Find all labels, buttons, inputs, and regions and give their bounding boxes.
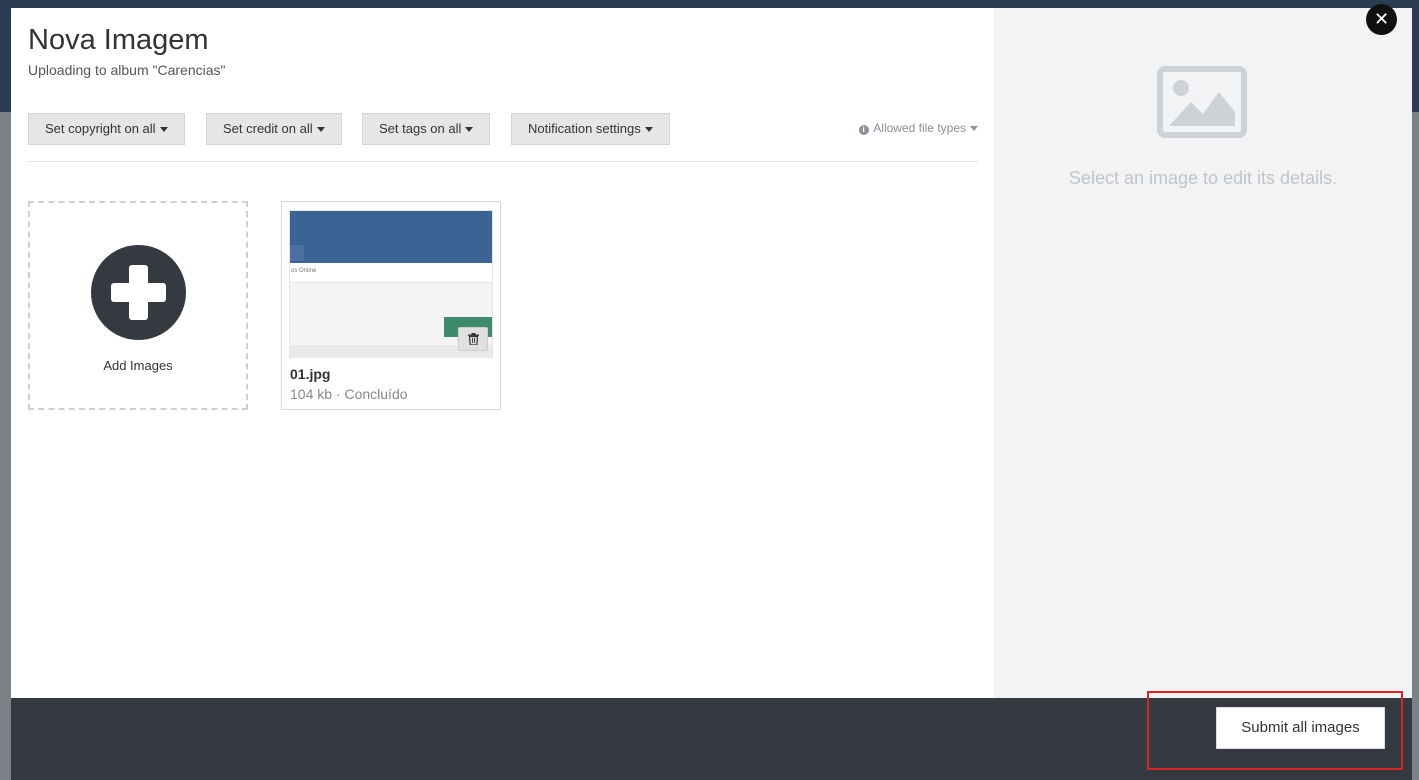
upload-main-pane: Nova Imagem Uploading to album "Carencia… xyxy=(11,8,994,698)
set-credit-label: Set credit on all xyxy=(223,121,313,136)
set-tags-button[interactable]: Set tags on all xyxy=(362,113,491,145)
trash-icon xyxy=(467,333,479,346)
image-placeholder-icon xyxy=(1157,66,1247,138)
submit-all-images-button[interactable]: Submit all images xyxy=(1216,707,1385,749)
allowed-file-types-toggle[interactable]: i Allowed file types xyxy=(858,121,978,135)
notification-settings-label: Notification settings xyxy=(528,121,641,136)
modal-subtitle: Uploading to album "Carencias" xyxy=(28,62,226,78)
modal-title: Nova Imagem xyxy=(28,24,209,56)
plus-circle-icon xyxy=(91,245,186,340)
toolbar-divider xyxy=(28,161,978,162)
add-images-dropzone[interactable]: Add Images xyxy=(28,201,248,410)
caret-down-icon xyxy=(644,127,653,133)
set-tags-label: Set tags on all xyxy=(379,121,462,136)
delete-file-button[interactable] xyxy=(458,327,488,351)
notification-settings-button[interactable]: Notification settings xyxy=(511,113,670,145)
caret-down-icon xyxy=(970,126,978,132)
set-copyright-button[interactable]: Set copyright on all xyxy=(28,113,185,145)
close-icon[interactable]: ✕ xyxy=(1366,4,1397,35)
details-side-panel: Select an image to edit its details. xyxy=(994,8,1412,698)
caret-down-icon xyxy=(316,127,325,133)
file-thumbnail: os Online xyxy=(289,210,493,358)
file-name: 01.jpg xyxy=(290,366,331,382)
add-images-label: Add Images xyxy=(103,358,173,373)
side-panel-hint: Select an image to edit its details. xyxy=(1068,168,1338,188)
caret-down-icon xyxy=(465,127,474,133)
file-meta: 104 kb · Concluído xyxy=(290,386,408,402)
info-icon: i xyxy=(858,125,869,135)
upload-modal: Nova Imagem Uploading to album "Carencia… xyxy=(11,8,1412,780)
set-copyright-label: Set copyright on all xyxy=(45,121,156,136)
file-card[interactable]: os Online 01.jpg 104 kb · Concluído xyxy=(281,201,501,410)
thumbnail-caption: os Online xyxy=(291,268,317,274)
set-credit-button[interactable]: Set credit on all xyxy=(206,113,342,145)
allowed-file-types-label: Allowed file types xyxy=(873,121,966,135)
caret-down-icon xyxy=(159,127,168,133)
